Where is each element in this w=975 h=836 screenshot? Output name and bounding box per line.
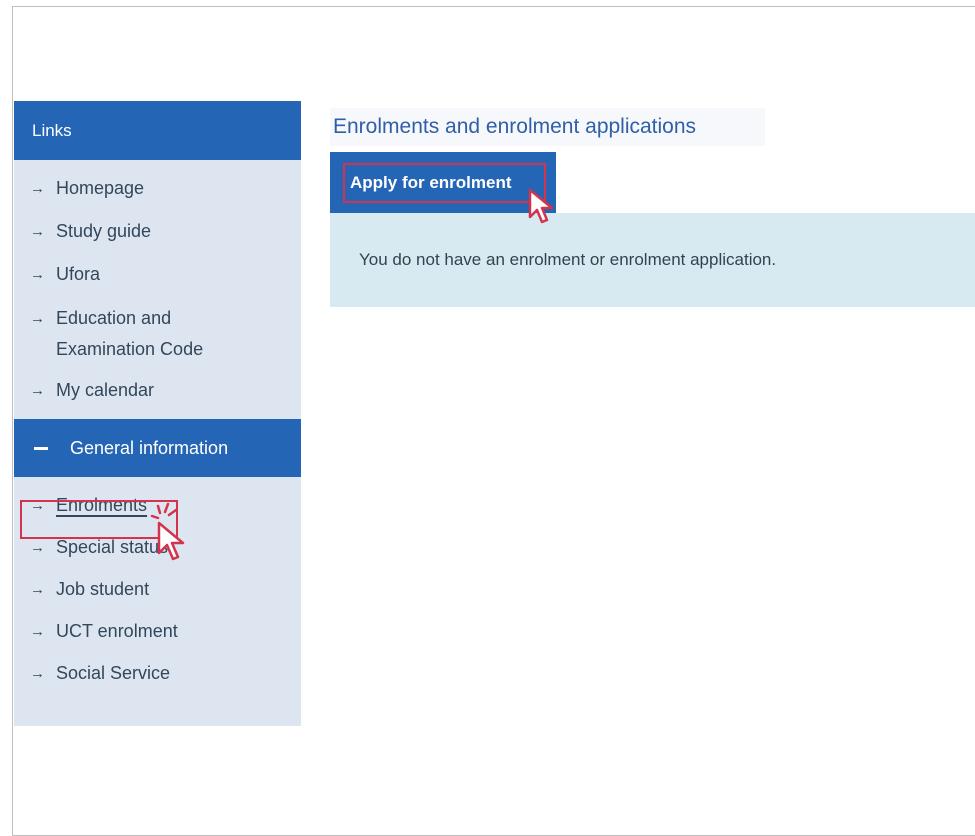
sidebar-item-label: Study guide	[56, 221, 152, 241]
sidebar-item-label-line1: Education and	[56, 308, 172, 328]
cursor-pointer-icon	[528, 188, 554, 224]
page-title: Enrolments and enrolment applications	[330, 108, 765, 146]
sidebar-item-label: Ufora	[56, 264, 101, 284]
cursor-pointer-icon	[157, 521, 185, 561]
right-arrow-icon: →	[30, 665, 45, 682]
sidebar-item-label-line2: Examination Code	[56, 339, 204, 359]
sidebar: Links → Homepage → Study guide → Ufora →…	[14, 101, 301, 726]
sidebar-item-homepage[interactable]: → Homepage	[14, 174, 301, 203]
sidebar-item-label: Homepage	[56, 178, 145, 198]
right-arrow-icon: →	[30, 623, 45, 640]
minus-icon	[34, 446, 48, 450]
sidebar-item-my-calendar[interactable]: → My calendar	[14, 376, 301, 405]
sidebar-item-label: My calendar	[56, 380, 155, 400]
sidebar-item-label: Education and Examination Code	[56, 303, 203, 365]
sidebar-item-label: UCT enrolment	[56, 621, 178, 641]
enrolment-message: You do not have an enrolment or enrolmen…	[359, 250, 777, 269]
sidebar-item-ufora[interactable]: → Ufora	[14, 260, 301, 289]
sidebar-item-uct-enrolment[interactable]: → UCT enrolment	[14, 617, 301, 646]
right-arrow-icon: →	[30, 310, 45, 327]
sidebar-item-job-student[interactable]: → Job student	[14, 575, 301, 604]
links-list: → Homepage → Study guide → Ufora → Educa…	[14, 160, 301, 405]
right-arrow-icon: →	[30, 382, 45, 399]
right-arrow-icon: →	[30, 266, 45, 283]
sidebar-item-label: Social Service	[56, 663, 171, 683]
sidebar-header: Links	[14, 101, 301, 160]
general-information-toggle[interactable]: General information	[14, 419, 301, 477]
sidebar-item-social-service[interactable]: → Social Service	[14, 659, 301, 688]
apply-button-highlight	[343, 163, 546, 203]
right-arrow-icon: →	[30, 180, 45, 197]
sidebar-item-education-examination-code[interactable]: → Education and Examination Code	[14, 303, 301, 365]
enrolment-message-box: You do not have an enrolment or enrolmen…	[330, 213, 975, 307]
general-information-label: General information	[70, 437, 229, 458]
right-arrow-icon: →	[30, 223, 45, 240]
sidebar-item-label: Job student	[56, 579, 150, 599]
sidebar-header-label: Links	[32, 120, 72, 140]
right-arrow-icon: →	[30, 581, 45, 598]
sidebar-item-study-guide[interactable]: → Study guide	[14, 217, 301, 246]
